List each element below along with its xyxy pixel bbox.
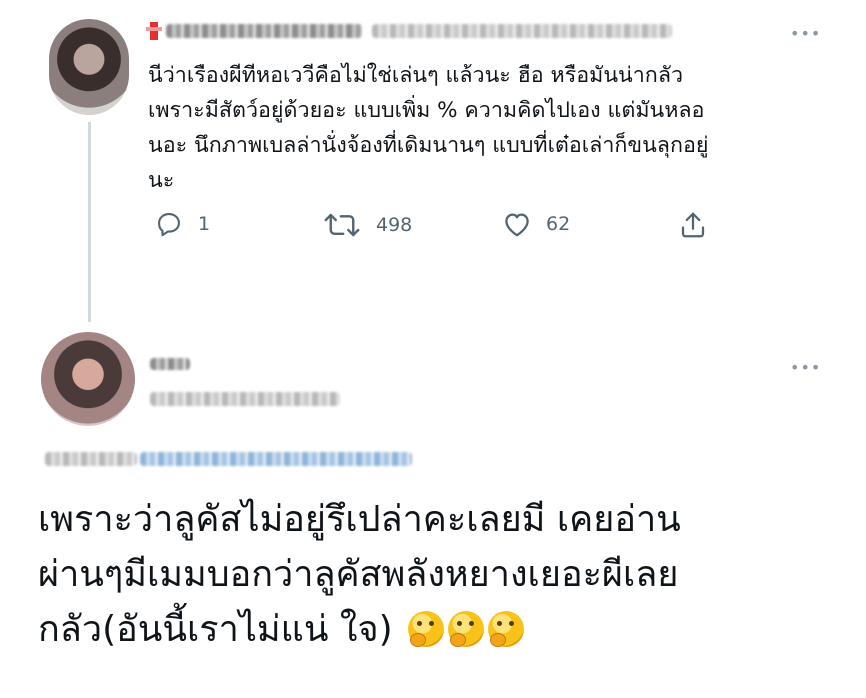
reply-count: 1 — [198, 213, 211, 235]
thinking-face-icon — [488, 611, 525, 647]
like-count: 62 — [546, 213, 571, 235]
more-icon[interactable]: ••• — [790, 26, 821, 42]
retweet-button[interactable]: 498 — [322, 210, 412, 240]
more-icon[interactable]: ••• — [790, 360, 821, 376]
flag-icon — [146, 22, 162, 40]
thinking-face-icon — [408, 611, 445, 647]
reply-tweet-text: นีว่าเรืองผีทีหอเววีคือไม่ใช่เล่นๆ แล้วน… — [148, 63, 709, 193]
retweet-icon — [322, 210, 362, 240]
share-icon — [677, 210, 709, 240]
handle-redacted — [372, 24, 672, 38]
replying-to-label-redacted — [45, 452, 137, 466]
like-icon — [502, 210, 532, 238]
display-name-redacted[interactable] — [166, 24, 362, 38]
reply-icon — [154, 210, 184, 238]
main-tweet-text: เพราะว่าลูคัสไม่อยู่รึเปล่าคะเลยมี เคยอ่… — [38, 492, 838, 657]
share-button[interactable] — [677, 210, 709, 240]
main-tweet-body: เพราะว่าลูคัสไม่อยู่รึเปล่าคะเลยมี เคยอ่… — [38, 499, 681, 650]
thread-line — [88, 122, 91, 322]
avatar[interactable] — [49, 19, 129, 115]
avatar[interactable] — [41, 332, 135, 426]
reply-button[interactable]: 1 — [154, 210, 210, 238]
retweet-count: 498 — [376, 214, 413, 236]
thinking-face-icon — [448, 611, 485, 647]
like-button[interactable]: 62 — [502, 210, 570, 238]
display-name-redacted[interactable] — [150, 358, 190, 370]
replying-to-handle-redacted[interactable] — [140, 452, 412, 466]
handle-redacted — [150, 392, 340, 406]
